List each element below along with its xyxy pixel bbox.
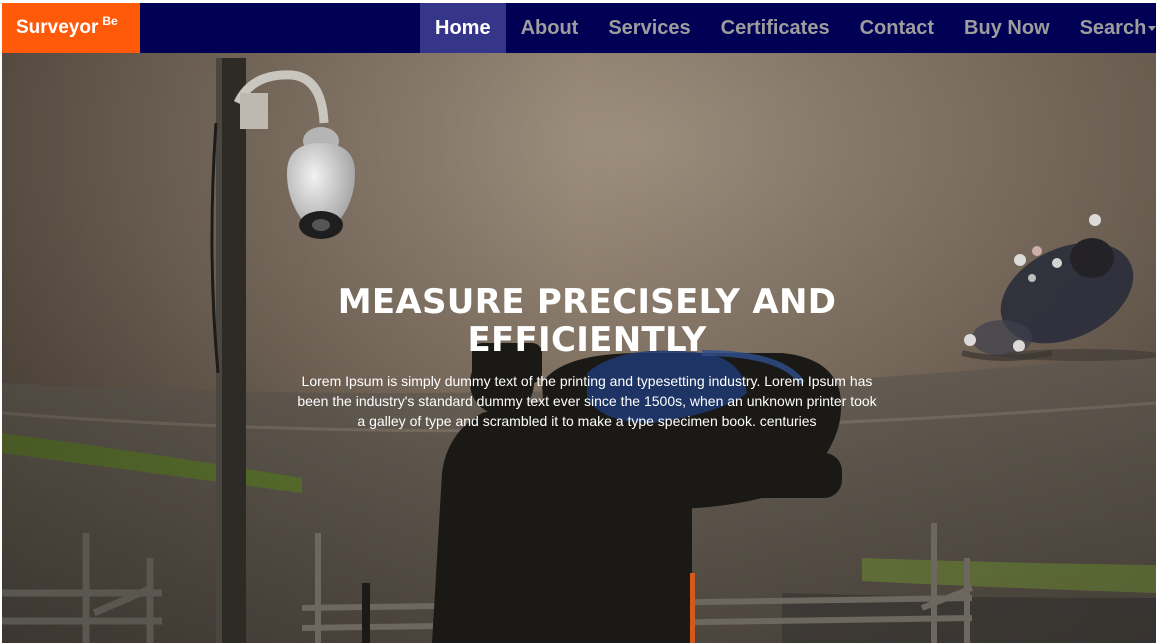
nav-menu: Home About Services Certificates Contact… bbox=[420, 3, 1156, 53]
nav-contact[interactable]: Contact bbox=[845, 3, 949, 53]
nav-home[interactable]: Home bbox=[420, 3, 506, 53]
hero-description: Lorem Ipsum is simply dummy text of the … bbox=[297, 373, 877, 429]
page: Surveyor Be Home About Services Certifica… bbox=[2, 3, 1156, 643]
navbar: Surveyor Be Home About Services Certifica… bbox=[2, 3, 1156, 53]
hero-title: MEASURE PRECISELY AND EFFICIENTLY bbox=[337, 282, 837, 360]
nav-search-dropdown[interactable]: Search bbox=[1065, 3, 1156, 53]
hero-section: MEASURE PRECISELY AND EFFICIENTLY Lorem … bbox=[2, 53, 1156, 643]
nav-about[interactable]: About bbox=[506, 3, 594, 53]
brand-name: Surveyor bbox=[16, 17, 99, 38]
nav-buy-now[interactable]: Buy Now bbox=[949, 3, 1065, 53]
brand-logo[interactable]: Surveyor Be bbox=[2, 3, 140, 53]
hero-content: MEASURE PRECISELY AND EFFICIENTLY Lorem … bbox=[287, 283, 887, 431]
nav-search-label: Search bbox=[1079, 17, 1147, 39]
nav-services[interactable]: Services bbox=[593, 3, 705, 53]
brand-superscript: Be bbox=[102, 14, 118, 28]
nav-certificates[interactable]: Certificates bbox=[706, 3, 845, 53]
caret-down-icon bbox=[1148, 26, 1156, 32]
